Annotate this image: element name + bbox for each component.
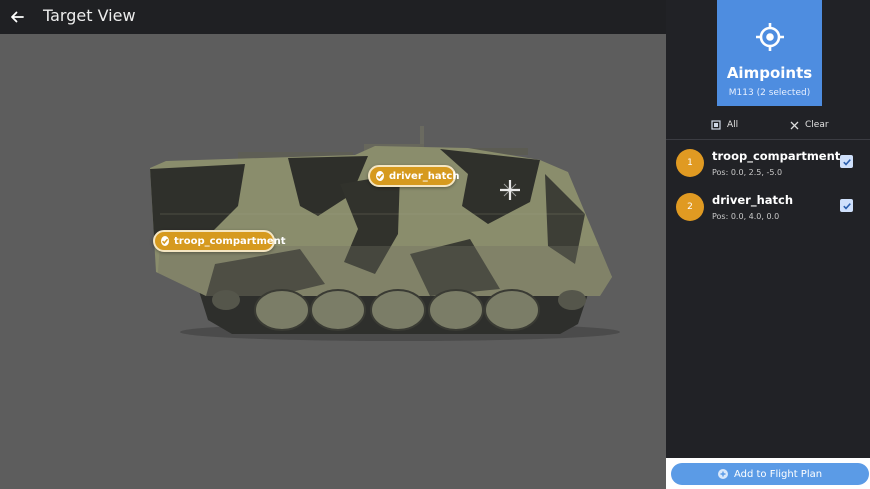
aimpoint-label-text: driver_hatch (389, 170, 460, 182)
select-all-label: All (727, 120, 739, 130)
aimpoint-name: troop_compartment (712, 149, 841, 163)
panel-subtitle: M113 (2 selected) (728, 88, 811, 98)
aimpoint-position: Pos: 0.0, 2.5, -5.0 (712, 168, 783, 177)
selection-toolbar: All Clear (666, 118, 870, 134)
aimpoint-checkbox[interactable] (840, 155, 853, 168)
panel-footer: Add to Flight Plan (666, 458, 870, 489)
clear-button[interactable]: Clear (790, 120, 829, 130)
aimpoint-list-item[interactable]: 1 troop_compartment Pos: 0.0, 2.5, -5.0 (666, 147, 870, 183)
panel-title: Aimpoints (726, 64, 813, 82)
close-icon (790, 121, 799, 129)
checkmark-icon (842, 158, 851, 166)
arrow-left-icon (11, 11, 24, 23)
aimpoint-number-badge: 1 (676, 149, 704, 177)
aimpoint-label-driver-hatch[interactable]: driver_hatch (368, 165, 460, 187)
plus-circle-icon (717, 469, 728, 479)
aimpoint-number-badge: 2 (676, 193, 704, 221)
aimpoints-panel: Aimpoints M113 (2 selected) All Clear 1 … (666, 0, 870, 489)
check-circle-icon (161, 236, 169, 246)
target-viewport[interactable]: driver_hatch troop_compartment (0, 34, 666, 489)
select-all-icon (711, 120, 721, 130)
aimpoint-label-text: troop_compartment (174, 235, 286, 247)
aimpoint-name: driver_hatch (712, 193, 794, 207)
top-app-bar: Target View (0, 0, 666, 34)
crosshair-icon (756, 23, 784, 51)
add-to-flight-plan-button[interactable]: Add to Flight Plan (671, 463, 869, 485)
aimpoint-label-troop-compartment[interactable]: troop_compartment (153, 230, 286, 252)
add-button-label: Add to Flight Plan (733, 468, 823, 480)
checkmark-icon (842, 202, 851, 210)
aimpoint-list-item[interactable]: 2 driver_hatch Pos: 0.0, 4.0, 0.0 (666, 191, 870, 227)
page-title: Target View (43, 6, 136, 25)
panel-header: Aimpoints M113 (2 selected) (717, 0, 822, 106)
m113-vehicle-model (150, 126, 620, 341)
aimpoint-checkbox[interactable] (840, 199, 853, 212)
back-button[interactable] (4, 4, 30, 30)
aimpoint-position: Pos: 0.0, 4.0, 0.0 (712, 212, 780, 221)
check-circle-icon (376, 171, 384, 181)
select-all-button[interactable]: All (711, 120, 738, 130)
clear-label: Clear (805, 120, 829, 130)
panel-divider (666, 139, 870, 140)
